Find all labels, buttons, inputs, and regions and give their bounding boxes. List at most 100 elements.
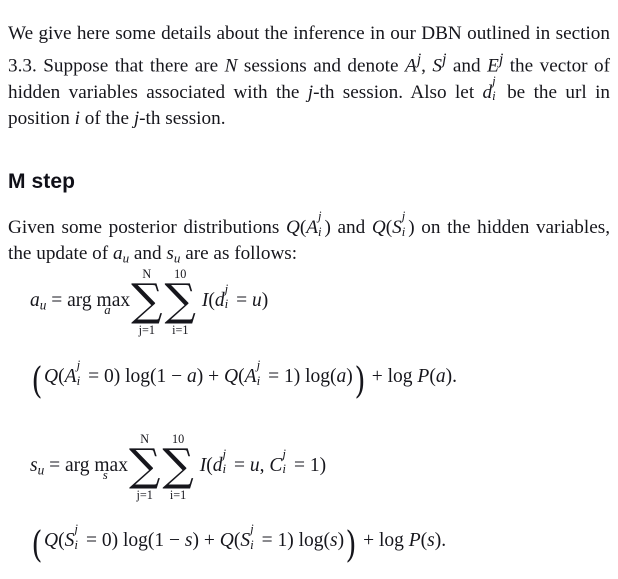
eq-s2-plus1: + (203, 530, 215, 551)
eq-s2-q1-var: S (64, 530, 75, 551)
sigma-icon: ∑ (164, 275, 196, 326)
eq-a2-log2-var: a (336, 366, 347, 387)
q1-variable-A: A (306, 217, 318, 239)
eq-s2-q1-close: ) (111, 530, 119, 551)
d-subscript: i (492, 89, 496, 104)
eq-s-sum-j-lower: j=1 (136, 487, 153, 502)
eq-a-summation-j: N ∑ j=1 (131, 268, 163, 336)
eq-a2-q1-value: 0 (104, 366, 114, 387)
eq-a2-log2: log (305, 366, 331, 387)
eq-a2-left-paren: ( (31, 360, 43, 402)
eq-a-eq-sign: = (236, 289, 248, 311)
q1-superscript: j (317, 209, 322, 224)
intro-text-3: , (421, 55, 433, 77)
eq-s2-q2-close: ) (287, 530, 294, 551)
eq-a-u-var: u (252, 289, 262, 311)
eq-a2-q1-indices: ji (77, 358, 84, 386)
eq-a-d-superscript: j (224, 281, 229, 296)
eq-a2-q1-superscript: j (76, 357, 81, 372)
eq-a-argmax-label: arg max (67, 289, 131, 311)
eq-s-c-var: C (269, 454, 283, 476)
eq-a-sum-i-upper: 10 (174, 267, 187, 281)
eq-s-sum-j-upper: N (140, 432, 150, 446)
intro-text-9: -th session. (139, 107, 226, 129)
intro-paragraph: We give here some details about the infe… (8, 21, 610, 131)
eq-a2-a-var: a (187, 366, 197, 387)
eq-s-close-paren: ) (319, 454, 327, 476)
eq-s2-right-paren: ) (345, 524, 357, 566)
eq-s-summation-j: N ∑ j=1 (129, 433, 160, 501)
eq-s-equals: = (49, 454, 61, 476)
eq-s-argmax-subscript: s (102, 468, 108, 483)
eq-a-lhs-subscript: u (39, 297, 47, 313)
eq-a2-q1-close: ) (113, 366, 121, 387)
eq-s2-q2-superscript: j (250, 521, 254, 536)
eq-s-c-subscript: i (282, 462, 286, 477)
eq-s-c-value: 1 (309, 454, 320, 476)
intro-text-6: -th session. Also let (313, 81, 483, 103)
sigma-icon: ∑ (131, 275, 163, 326)
posterior-text-1: Given some posterior distributions (8, 217, 286, 239)
eq-a-argmax-subscript: a (104, 303, 111, 318)
equation-s-update-line1: su = arg max s N ∑ j=1 10 ∑ i=1 I(d j i = u, Cji … (30, 433, 327, 501)
eq-s2-plus2: + (363, 530, 375, 551)
equation-s-update-line2: (Q(S j i = 0) log(1 − s) + Q(S j i = 1) log(… (30, 522, 447, 566)
eq-s-argmax: arg max s (64, 454, 128, 482)
eq-s2-p-var: s (427, 530, 435, 551)
eq-a2-q1: Q (44, 366, 59, 387)
d-indices: ji (492, 75, 499, 103)
section-heading-m-step: M step (8, 170, 76, 194)
document-page: We give here some details about the infe… (0, 0, 618, 579)
eq-a-d-indices: ji (225, 282, 232, 310)
equation-a-update-line2: (Q(A j i = 0) log(1 − a) + Q(A j i = 1) log(… (30, 358, 457, 402)
posterior-text-5: are as follows: (180, 243, 298, 265)
eq-a2-q2-var: A (244, 366, 257, 387)
q2-indices: ji (402, 210, 409, 238)
eq-s-argmax-label: arg max (64, 454, 128, 476)
intro-text-8: of the (79, 107, 134, 129)
eq-a-sum-j-upper: N (142, 267, 152, 281)
eq-a2-plus2: + (371, 366, 383, 387)
eq-a2-q2-close: ) (293, 366, 301, 387)
eq-a-d-var: d (214, 289, 225, 311)
q2-superscript: j (401, 209, 406, 224)
eq-a2-plus1: + (208, 366, 220, 387)
d-superscript: j (492, 73, 496, 88)
eq-a-argmax: arg max a (67, 289, 131, 317)
eq-a2-q1-eq: = (88, 366, 100, 387)
eq-a2-q1-subscript: i (76, 373, 81, 388)
q-symbol-2: Q (371, 217, 386, 239)
eq-s-lhs-subscript: u (37, 462, 45, 478)
eq-s2-log2-close: ) (337, 530, 345, 551)
eq-a-equals: = (51, 289, 63, 311)
eq-s-comma: , (259, 454, 265, 476)
eq-s-c-superscript: j (282, 446, 286, 461)
eq-a2-period: . (452, 366, 457, 387)
var-N: N (224, 55, 238, 77)
eq-s-d-indices: ji (222, 447, 229, 475)
eq-a-close-paren: ) (261, 289, 269, 311)
eq-a2-q2-superscript: j (256, 357, 261, 372)
equation-a-update-line1: au = arg max a N ∑ j=1 10 ∑ i=1 I(d j i = u) (30, 268, 269, 336)
eq-s2-q2-value: 1 (277, 530, 288, 551)
eq-a2-p-var: a (435, 366, 446, 387)
var-A: A (404, 55, 417, 77)
posterior-text-2: and (330, 217, 372, 239)
eq-s-eq-sign: = (234, 454, 245, 476)
q1-indices: ji (318, 210, 325, 238)
eq-s2-log1: log (122, 530, 148, 551)
eq-a2-log1-close: ) (196, 366, 204, 387)
eq-a2-q2-subscript: i (256, 373, 261, 388)
eq-a-summation-i: 10 ∑ i=1 (164, 268, 196, 336)
eq-a-d-subscript: i (224, 297, 229, 312)
eq-s-c-indices: ji (282, 447, 289, 475)
eq-a2-q1-var: A (64, 366, 77, 387)
eq-s-u-var: u (249, 454, 260, 476)
eq-s2-log2-var: s (330, 530, 338, 551)
eq-s2-q1-value: 0 (101, 530, 112, 551)
eq-s2-p: P (408, 530, 421, 551)
eq-s2-q1-superscript: j (74, 521, 78, 536)
sigma-icon: ∑ (162, 440, 194, 491)
q2-subscript: i (401, 224, 406, 239)
eq-a-lhs: a (30, 289, 40, 311)
